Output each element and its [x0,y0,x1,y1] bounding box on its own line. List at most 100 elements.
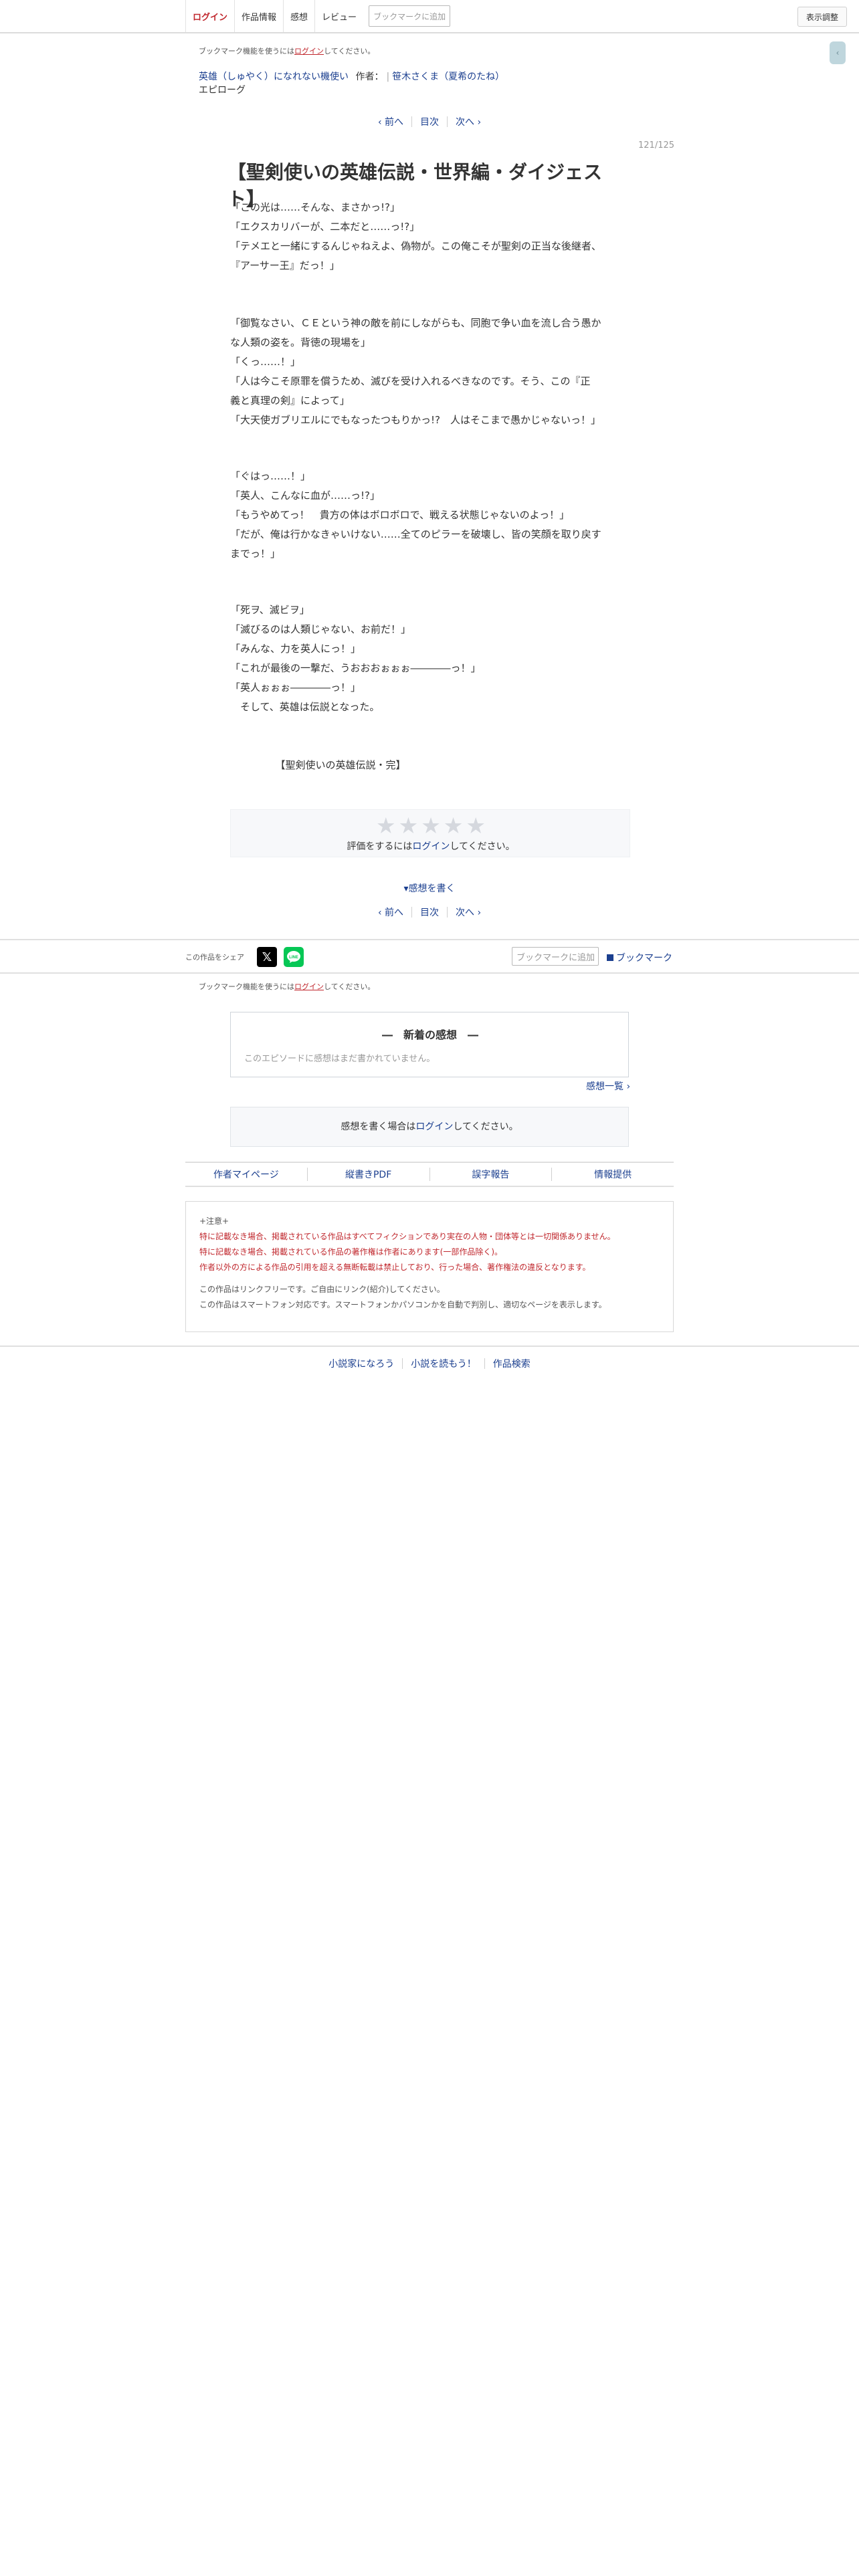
footer-link-yomou[interactable]: 小説を読もう！ [403,1357,484,1370]
body-line: 「これが最後の一撃だ、うおおおぉぉぉ――――っ！」 [230,662,481,674]
notice-line: 作者以外の方による作品の引用を超える無断転載は禁止しており、行った場合、著作権法… [199,1263,591,1272]
share-label: この作品をシェア [185,953,244,962]
series-title-link[interactable]: 英雄（しゅやく）になれない機使い [199,72,349,82]
vertical-pdf-link[interactable]: 縦書きPDF [308,1168,430,1181]
paragraph-block: 「死ヲ、滅ビヲ」 「滅びるのは人類じゃない、お前だ！」 「みんな、力を英人にっ！… [230,601,632,717]
body-line: 「もうやめてっ！ 貴方の体はボロボロで、戦える状態じゃないのよっ！」 [230,509,570,521]
author-label: 作者： [355,72,384,82]
prev-link[interactable]: ‹ 前へ [370,115,411,128]
display-settings-button[interactable]: 表示調整 [797,7,847,27]
rating-login-link[interactable]: ログイン [412,841,450,852]
body-line: 「死ヲ、滅ビヲ」 [230,604,310,616]
bookmark-login-notice: ブックマーク機能を使うにはログインしてください。 [199,981,375,992]
body-line: 「英人、こんなに血が……っ!?」 [230,490,380,502]
rating-login-message: 評価をするにはログインしてください。 [231,839,631,853]
author-mypage-link[interactable]: 作者マイページ [185,1168,308,1181]
line-logo-icon[interactable]: LINE [284,947,304,967]
body-line: 義と真理の剣』によって」 [230,395,350,407]
next-link[interactable]: 次へ › [448,905,489,919]
body-line: 「滅びるのは人類じゃない、お前だ！」 [230,623,411,635]
bookmark-label: ブックマーク [616,953,672,964]
body-line: 「テメエと一緒にするんじゃねえよ、偽物が。この俺こそが聖剣の正当な後継者、 [230,240,601,252]
impression-list-link[interactable]: 感想一覧 › [586,1079,630,1093]
pager-top: ‹ 前へ 目次 次へ › [0,115,859,128]
footer-links: 小説家になろう 小説を読もう！ 作品検索 [0,1346,859,1380]
notice-line: 特に記載なき場合、掲載されている作品の著作権は作者にあります(一部作品除く)。 [199,1247,503,1257]
rating-stars: ★ ★ ★ ★ ★ [231,814,631,838]
latest-impressions-empty: このエピソードに感想はまだ書かれていません。 [244,1054,436,1064]
body-line: 「エクスカリバーが、二本だと……っ!?」 [230,221,420,233]
rating-msg-text: 評価をするには [347,841,413,852]
latest-impressions-box: ― 新着の感想 ― このエピソードに感想はまだ書かれていません。 [230,1012,629,1077]
body-line: 「御覧なさい、ＣＥという神の敵を前にしながらも、同胞で争い血を流し合う愚か [230,317,601,329]
notice-line: 特に記載なき場合、掲載されている作品はすべてフィクションであり実在の人物・団体等… [199,1232,615,1241]
bookmark-link[interactable]: ブックマーク [607,951,672,964]
toc-link[interactable]: 目次 [412,905,447,919]
body-line: 「大天使ガブリエルにでもなったつもりかっ!? 人はそこまで愚かじゃないっ！」 [230,414,601,426]
share-bar: この作品をシェア 𝕏 LINE ブックマークに追加 ブックマーク [0,939,859,974]
notice-login-link[interactable]: ログイン [294,47,324,56]
bookmark-icon [607,954,613,961]
top-nav-bar: ログイン 作品情報 感想 レビュー ブックマークに追加 表示調整 [0,0,859,33]
toc-link[interactable]: 目次 [412,115,447,128]
body-line: 「くっ……！」 [230,356,301,368]
paragraph-block: 「御覧なさい、ＣＥという神の敵を前にしながらも、同胞で争い血を流し合う愚か な人… [230,314,632,430]
latest-impressions-heading: ― 新着の感想 ― [381,1029,478,1041]
notice-text: ブックマーク機能を使うには [199,982,294,991]
info-provide-link[interactable]: 情報提供 [552,1168,674,1181]
author-link[interactable]: 笹木さくま（夏希のたね） [392,72,504,82]
next-link[interactable]: 次へ › [448,115,489,128]
notice-line: この作品はリンクフリーです。ご自由にリンク(紹介)してください。 [199,1285,445,1294]
star-icon[interactable]: ★ [444,814,464,838]
paragraph-block: 「ぐはっ……！」 「英人、こんなに血が……っ!?」 「もうやめてっ！ 貴方の体は… [230,467,632,564]
notice-title: +注意+ [199,1216,229,1226]
bookmark-add-button[interactable]: ブックマークに追加 [512,947,599,966]
paragraph-block: 「この光は……そんな、まさかっ!?」 「エクスカリバーが、二本だと……っ!?」 … [230,198,632,276]
body-line: 「ぐはっ……！」 [230,470,311,482]
notice-line: この作品はスマートフォン対応です。スマートフォンかパソコンかを自動で判別し、適切… [199,1300,607,1309]
notice-login-link[interactable]: ログイン [294,982,324,991]
impression-login-link[interactable]: ログイン [415,1121,453,1132]
login-link[interactable]: ログイン [185,0,235,32]
star-icon[interactable]: ★ [376,814,396,838]
body-line: 【聖剣使いの英雄伝説・完】 [230,759,406,771]
review-link[interactable]: レビュー [315,0,363,32]
work-info-link[interactable]: 作品情報 [235,0,284,32]
prev-link[interactable]: ‹ 前へ [370,905,411,919]
footer-link-syosetu[interactable]: 小説家になろう [320,1357,402,1370]
body-line: 「だが、俺は行かなきゃいけない……全てのピラーを破壊し、皆の笑顔を取り戻す [230,528,601,540]
body-line: そして、英雄は伝説となった。 [230,701,380,713]
notice-text: ブックマーク機能を使うには [199,47,294,56]
notice-text: してください。 [324,982,375,991]
body-line: 「英人ぉぉぉ――――っ！」 [230,681,361,693]
svg-text:LINE: LINE [289,956,298,960]
typo-report-link[interactable]: 誤字報告 [430,1168,553,1181]
bookmark-login-notice: ブックマーク機能を使うにはログインしてください。 [199,45,375,56]
notice-box: +注意+ 特に記載なき場合、掲載されている作品はすべてフィクションであり実在の人… [185,1201,674,1332]
star-icon[interactable]: ★ [466,814,486,838]
impression-login-box: 感想を書く場合はログインしてください。 [230,1107,629,1147]
series-info: 英雄（しゅやく）になれない機使い 作者： | 笹木さくま（夏希のたね） [199,72,505,82]
write-impression-link[interactable]: ▾感想を書く [403,883,455,894]
impressions-link[interactable]: 感想 [284,0,316,32]
top-nav-items: ログイン 作品情報 感想 レビュー ブックマークに追加 [185,0,451,32]
rating-box: ★ ★ ★ ★ ★ 評価をするにはログインしてください。 [230,809,630,857]
pager-bottom: ‹ 前へ 目次 次へ › [0,905,859,919]
body-line: 『アーサー王』だっ！」 [230,259,340,272]
star-icon[interactable]: ★ [399,814,419,838]
chevron-left-icon[interactable]: ‹ [830,41,846,64]
star-icon[interactable]: ★ [421,814,441,838]
write-impression: ▾感想を書く [0,881,859,895]
notice-text: してください。 [324,47,375,56]
work-links-row: 作者マイページ 縦書きPDF 誤字報告 情報提供 [185,1162,674,1187]
page-count: 121/125 [638,140,675,150]
impression-login-text: してください。 [453,1121,518,1132]
bookmark-add-button-top[interactable]: ブックマークに追加 [369,5,451,27]
impression-login-text: 感想を書く場合は [341,1121,416,1132]
body-line: 「この光は……そんな、まさかっ!?」 [230,201,400,213]
body-line: 「みんな、力を英人にっ！」 [230,643,361,655]
x-logo-icon[interactable]: 𝕏 [257,947,277,967]
body-line: な人類の姿を。背徳の現場を」 [230,336,371,348]
paragraph-block: 【聖剣使いの英雄伝説・完】 [230,756,632,775]
footer-link-search[interactable]: 作品検索 [485,1357,539,1370]
